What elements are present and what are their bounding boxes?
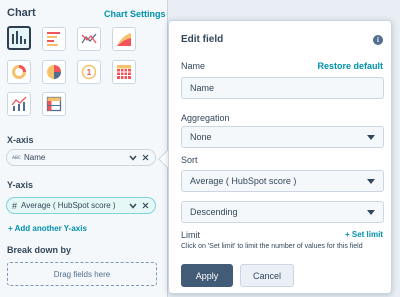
remove-field-icon[interactable] (140, 153, 150, 163)
combo-chart-icon (11, 96, 27, 112)
set-limit-link[interactable]: + Set limit (345, 230, 383, 239)
name-field-label: Name (181, 61, 206, 71)
x-axis-label: X-axis (7, 135, 34, 145)
area-chart-icon (116, 31, 132, 47)
cancel-button[interactable]: Cancel (240, 264, 294, 287)
restore-default-link[interactable]: Restore default (317, 61, 383, 71)
chart-type-horizontal-bar[interactable] (42, 27, 66, 51)
chart-type-pie[interactable] (42, 60, 66, 84)
chart-section-title: Chart (7, 7, 36, 19)
breakdown-drop-zone[interactable]: Drag fields here (7, 262, 157, 286)
add-y-axis-link[interactable]: + Add another Y-axis (8, 224, 87, 233)
caret-down-icon (367, 209, 375, 215)
chart-type-table[interactable] (42, 92, 66, 116)
apply-button[interactable]: Apply (181, 264, 233, 287)
svg-text:1: 1 (87, 68, 92, 77)
chart-type-area[interactable] (112, 27, 136, 51)
sort-by-value: Average ( HubSpot score ) (190, 176, 297, 186)
text-type-badge: ABC (12, 154, 22, 161)
remove-field-icon[interactable] (140, 201, 150, 211)
horizontal-bar-chart-icon (46, 31, 62, 47)
name-input[interactable]: Name (181, 77, 384, 99)
pivot-table-icon (116, 64, 132, 80)
line-chart-icon (81, 31, 97, 47)
limit-hint-text: Click on 'Set limit' to limit the number… (181, 243, 363, 250)
x-axis-field-pill[interactable]: ABC Name (6, 149, 156, 166)
table-icon (46, 96, 62, 112)
edit-field-popover: Edit field i Name Restore default Name A… (168, 20, 392, 294)
y-axis-field-name: Average ( HubSpot score ) (21, 201, 116, 210)
chart-type-vertical-bar[interactable] (7, 26, 31, 50)
aggregation-value: None (190, 132, 212, 142)
sort-label: Sort (181, 155, 198, 165)
chart-type-summary[interactable]: 1 (77, 60, 101, 84)
chevron-down-icon[interactable] (128, 153, 138, 163)
chart-type-pivot[interactable] (112, 60, 136, 84)
sort-by-select[interactable]: Average ( HubSpot score ) (181, 170, 384, 192)
sort-direction-value: Descending (190, 207, 238, 217)
pie-chart-icon (46, 64, 62, 80)
vertical-bar-chart-icon (11, 30, 27, 46)
caret-down-icon (367, 178, 375, 184)
caret-down-icon (367, 134, 375, 140)
chevron-down-icon[interactable] (128, 201, 138, 211)
number-type-badge: # (12, 200, 18, 211)
donut-chart-icon (11, 64, 27, 80)
popover-title: Edit field (181, 34, 224, 45)
breakdown-label: Break down by (7, 245, 72, 255)
y-axis-field-pill[interactable]: # Average ( HubSpot score ) (6, 197, 156, 214)
chart-type-donut[interactable] (7, 60, 31, 84)
limit-label: Limit (181, 230, 201, 240)
chart-config-panel: Chart Chart Settings 1 X-axis ABC Name Y… (0, 0, 168, 297)
drop-zone-placeholder: Drag fields here (53, 269, 111, 279)
summary-number-icon: 1 (81, 64, 97, 80)
info-icon[interactable]: i (373, 35, 383, 45)
chart-type-line[interactable] (77, 27, 101, 51)
chart-type-combo[interactable] (7, 92, 31, 116)
y-axis-label: Y-axis (7, 180, 34, 190)
sort-direction-select[interactable]: Descending (181, 201, 384, 223)
aggregation-select[interactable]: None (181, 126, 384, 148)
chart-settings-link[interactable]: Chart Settings (104, 9, 166, 19)
name-input-value: Name (190, 83, 215, 93)
x-axis-field-name: Name (24, 153, 46, 162)
aggregation-label: Aggregation (181, 113, 230, 123)
